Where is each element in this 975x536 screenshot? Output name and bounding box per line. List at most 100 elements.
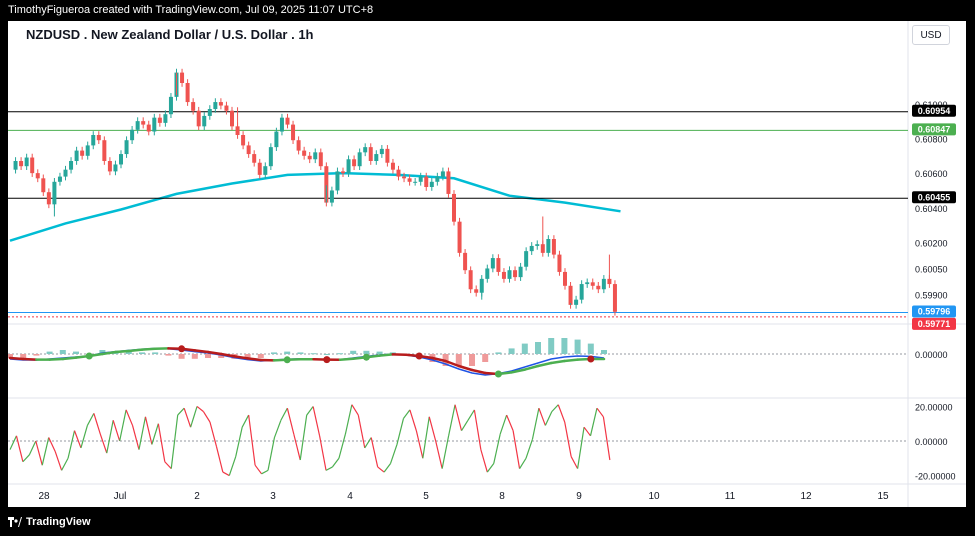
candle-body (485, 268, 490, 279)
oscillator-segment (54, 451, 63, 471)
oscillator-segment (131, 425, 140, 450)
oscillator-segment (557, 404, 566, 423)
macd-histogram-bar (587, 343, 594, 354)
candle-body (446, 171, 451, 194)
oscillator-segment (344, 404, 353, 435)
macd-histogram-bar (548, 338, 555, 354)
price-tick-label: 0.60800 (915, 134, 948, 144)
oscillator-segment (9, 435, 17, 450)
signal-line-segment (8, 356, 25, 361)
oscillator-segment (41, 437, 50, 466)
candle-body (318, 152, 323, 167)
oscillator-segment (473, 409, 482, 450)
oscillator-segment (67, 430, 76, 459)
oscillator-segment (602, 416, 611, 461)
time-tick-label: 5 (423, 491, 429, 502)
candle-body (96, 135, 101, 141)
candle-body (57, 176, 62, 182)
candle-body (501, 271, 506, 279)
candle-body (80, 150, 85, 156)
macd-cross-marker (587, 355, 595, 363)
osc-tick-label: 20.00000 (915, 402, 953, 412)
oscillator-segment (428, 416, 437, 442)
candle-body (518, 266, 523, 278)
oscillator-segment (61, 457, 69, 471)
oscillator-segment (402, 409, 411, 419)
candle-body (113, 164, 118, 172)
macd-histogram-bar (376, 351, 383, 354)
oscillator-segment (157, 423, 166, 462)
chart-panel[interactable]: NZDUSD . New Zealand Dollar / U.S. Dolla… (7, 21, 966, 507)
oscillator-segment (544, 411, 553, 426)
candle-body (590, 282, 595, 286)
candle-body (435, 176, 440, 182)
moving-average-line (9, 171, 621, 242)
oscillator-segment (119, 409, 127, 442)
candle-body (257, 162, 262, 175)
macd-cross-marker (323, 356, 331, 364)
candle-body (207, 109, 212, 116)
oscillator-segment (415, 430, 424, 459)
candle-body (524, 251, 529, 267)
oscillator-segment (564, 421, 572, 457)
time-tick-label: 12 (800, 491, 812, 502)
chart-svg[interactable]: 0.610000.608000.606000.604000.602000.600… (7, 21, 966, 507)
candle-body (335, 171, 340, 191)
oscillator-segment (138, 416, 147, 450)
oscillator-segment (325, 466, 333, 471)
price-tick-label: 0.60400 (915, 204, 948, 214)
oscillator-segment (228, 456, 237, 476)
level-label-resistance-1: 0.60847 (918, 124, 951, 134)
oscillator-segment (144, 416, 153, 445)
macd-histogram-bar (574, 339, 581, 354)
candle-body (463, 252, 468, 271)
signal-line-segment (549, 359, 566, 365)
time-tick-label: 9 (576, 491, 582, 502)
oscillator-segment (538, 407, 546, 426)
oscillator-segment (460, 419, 469, 431)
symbol-title: NZDUSD . New Zealand Dollar / U.S. Dolla… (26, 27, 314, 42)
price-tick-label: 0.60050 (915, 264, 948, 274)
candle-body (396, 169, 401, 177)
oscillator-segment (370, 437, 379, 468)
macd-zero-label: 0.00000 (915, 350, 948, 360)
oscillator-segment (286, 408, 295, 435)
oscillator-segment (177, 407, 185, 416)
candle-body (507, 270, 512, 279)
candle-body (291, 124, 296, 141)
candle-body (213, 102, 218, 109)
candle-body (612, 284, 617, 312)
candle-body (274, 131, 279, 148)
macd-histogram-bar (20, 354, 27, 358)
candle-body (390, 162, 395, 170)
macd-histogram-bar (561, 338, 568, 354)
macd-histogram-bar (469, 354, 475, 366)
candle-body (19, 161, 24, 167)
candle-body (252, 154, 257, 163)
level-label-support: 0.60455 (918, 192, 951, 202)
signal-line-segment (246, 357, 263, 362)
oscillator-segment (254, 464, 263, 475)
level-label-current-level: 0.59796 (918, 306, 951, 316)
oscillator-segment (280, 407, 288, 421)
candle-body (585, 282, 590, 285)
candle-body (224, 105, 229, 111)
macd-histogram-bar (284, 351, 291, 354)
macd-histogram-bar (257, 354, 264, 358)
oscillator-segment (86, 413, 95, 426)
macd-histogram-bar (46, 351, 53, 354)
oscillator-segment (196, 405, 204, 413)
macd-histogram-bar (191, 354, 198, 359)
oscillator-segment (596, 407, 604, 418)
candle-body (385, 148, 390, 163)
oscillator-segment (293, 433, 301, 461)
macd-histogram-bar (139, 352, 145, 354)
time-tick-label: 11 (725, 491, 736, 502)
candle-body (141, 121, 146, 125)
candle-body (185, 83, 190, 103)
currency-badge[interactable]: USD (912, 25, 950, 45)
candle-body (474, 289, 479, 293)
candle-body (568, 285, 573, 305)
oscillator-segment (170, 415, 179, 469)
signal-line-segment (140, 347, 157, 351)
